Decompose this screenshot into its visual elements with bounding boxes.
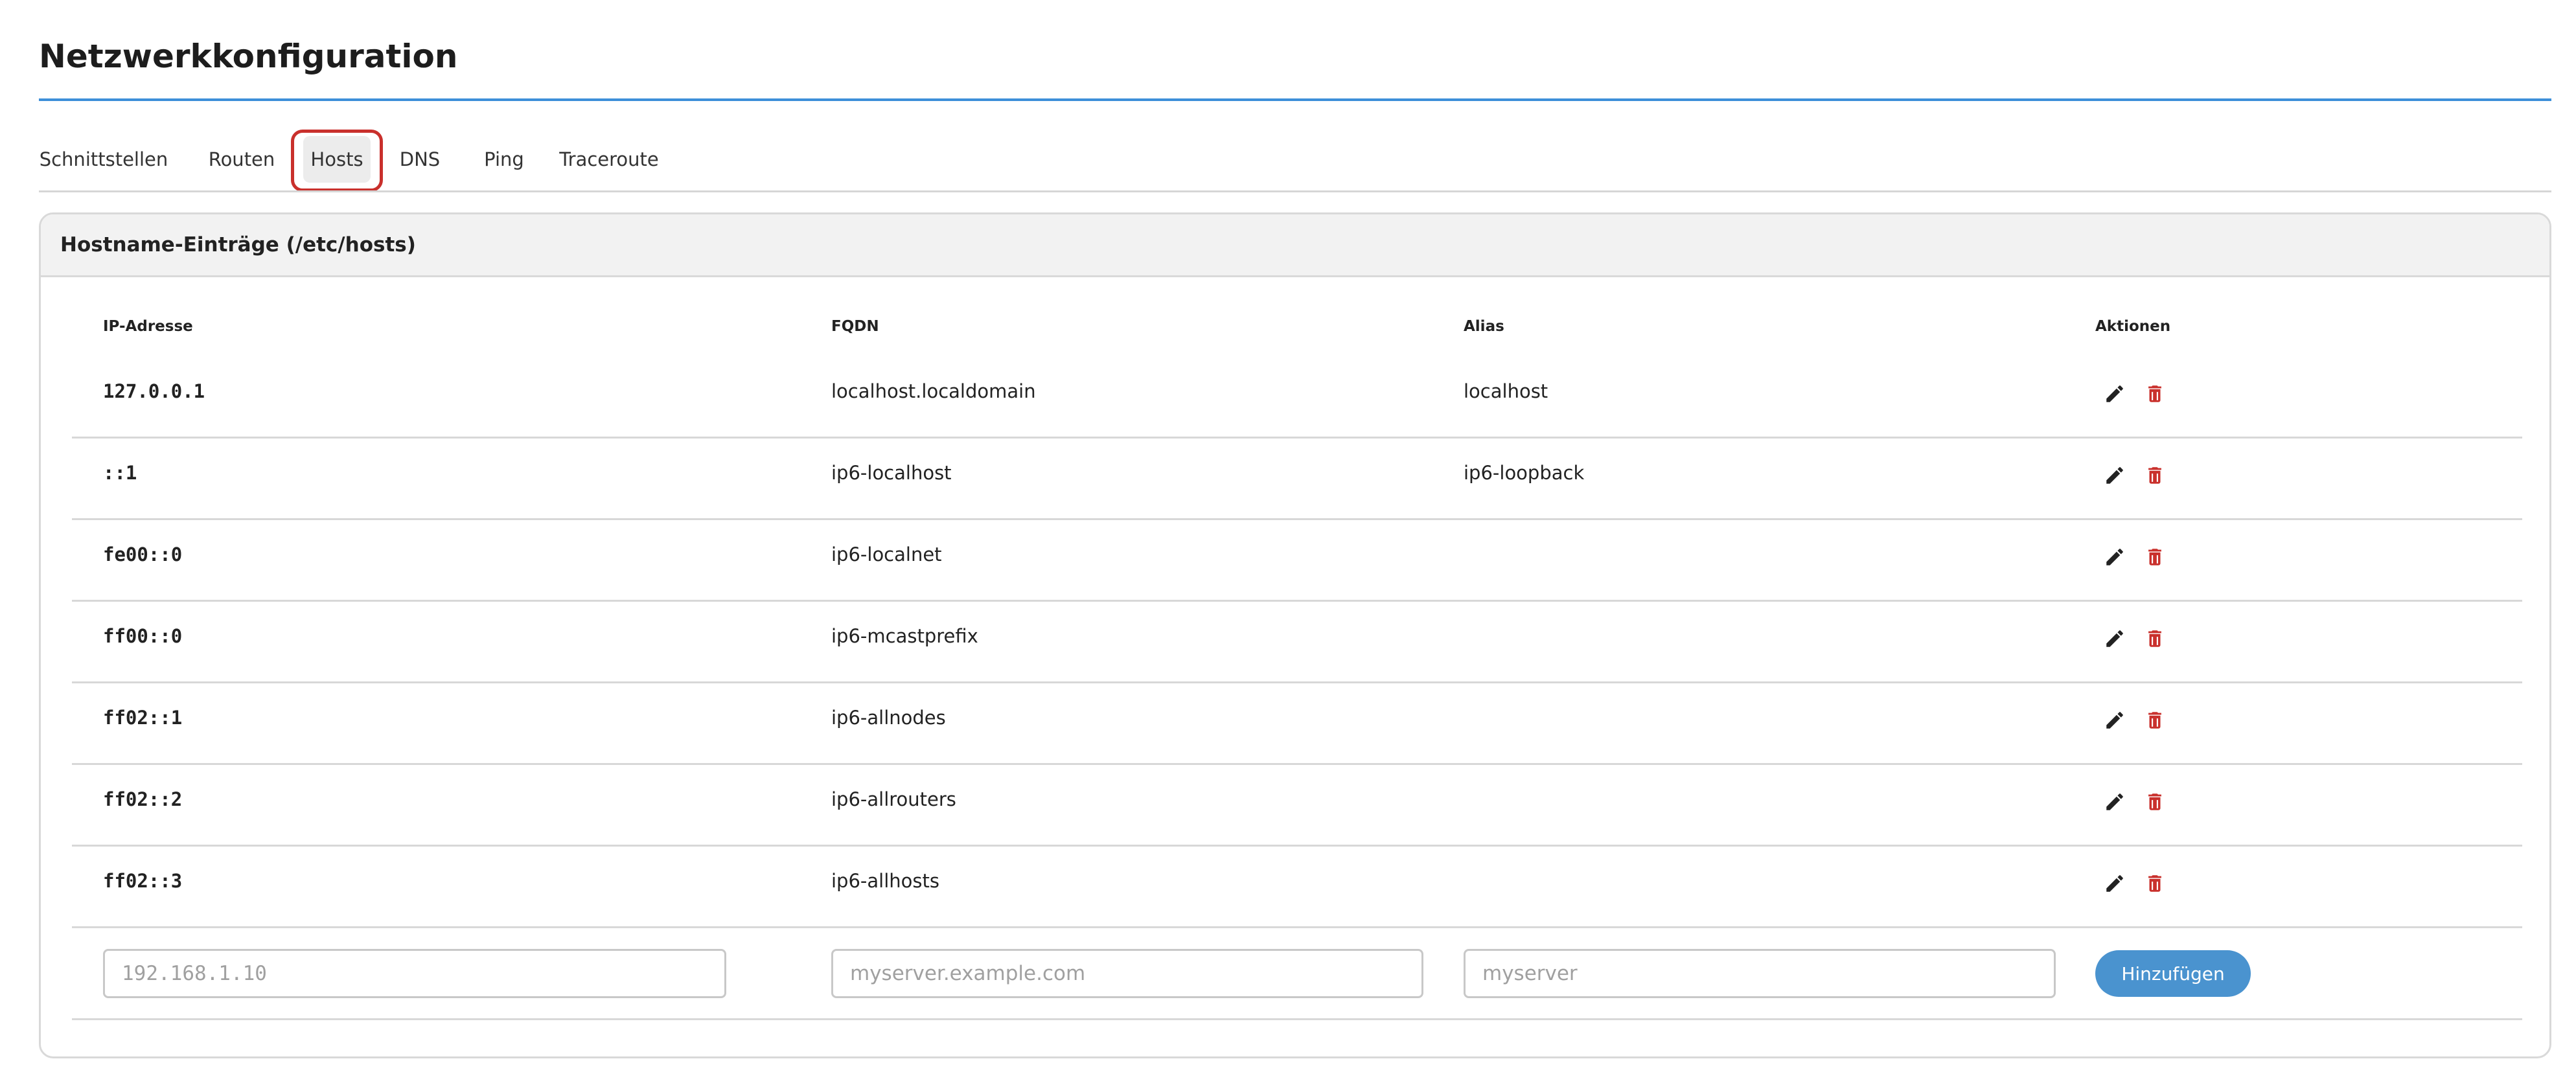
delete-button[interactable] (2144, 464, 2170, 490)
ip-address-input[interactable] (103, 949, 726, 998)
alias-cell: ip6-loopback (1464, 462, 1585, 484)
ip-address-cell: fe00::0 (103, 543, 183, 565)
column-header-alias: Alias (1464, 318, 1504, 335)
table-row: ff02::1 ip6-allnodes (72, 683, 2522, 765)
delete-button[interactable] (2144, 546, 2170, 572)
pencil-icon (2106, 875, 2123, 892)
table-body: 127.0.0.1 localhost.localdomain localhost:… (72, 357, 2522, 928)
pencil-icon (2106, 630, 2123, 647)
fqdn-cell: ip6-localhost (831, 462, 952, 484)
tab-label: Routen (208, 148, 275, 170)
fqdn-input[interactable] (831, 949, 1423, 998)
edit-button[interactable] (2104, 872, 2130, 898)
alias-input[interactable] (1464, 949, 2056, 998)
fqdn-cell: localhost.localdomain (831, 380, 1036, 402)
add-host-row: Hinzufügen (72, 928, 2522, 1020)
fqdn-cell: ip6-allnodes (831, 707, 946, 729)
delete-button[interactable] (2144, 628, 2170, 654)
tab-label: Traceroute (559, 148, 659, 170)
pencil-icon (2106, 385, 2123, 402)
ip-address-cell: 127.0.0.1 (103, 380, 205, 402)
hosts-card: Hostname-Einträge (/etc/hosts) IP-Adress… (39, 212, 2551, 1058)
pencil-icon (2106, 549, 2123, 565)
alias-cell: localhost (1464, 380, 1548, 402)
ip-address-cell: ff00::0 (103, 625, 183, 647)
pencil-icon (2106, 793, 2123, 810)
table-row: 127.0.0.1 localhost.localdomain localhost (72, 357, 2522, 439)
pencil-icon (2106, 712, 2123, 729)
column-header-fqdn: FQDN (831, 318, 879, 335)
tab-label: DNS (399, 148, 441, 170)
tab-bar-divider (39, 190, 2551, 192)
tab-label: Schnittstellen (39, 148, 168, 170)
ip-address-cell: ff02::3 (103, 870, 183, 892)
trash-icon (2148, 712, 2161, 729)
column-header-actions: Aktionen (2095, 318, 2171, 335)
pencil-icon (2106, 467, 2123, 484)
edit-button[interactable] (2104, 709, 2130, 735)
add-button[interactable]: Hinzufügen (2095, 950, 2251, 997)
page: Netzwerkkonfiguration Schnittstellen Rou… (0, 0, 2576, 1083)
ip-address-cell: ff02::2 (103, 788, 183, 810)
trash-icon (2148, 549, 2161, 565)
tab-dns[interactable]: DNS (387, 130, 452, 189)
page-title: Netzwerkkonfiguration (39, 38, 458, 75)
table-row: ff00::0 ip6-mcastprefix (72, 602, 2522, 683)
edit-button[interactable] (2104, 628, 2130, 654)
trash-icon (2148, 793, 2161, 810)
delete-button[interactable] (2144, 709, 2170, 735)
tab-schnittstellen[interactable]: Schnittstellen (39, 130, 168, 189)
fqdn-cell: ip6-allhosts (831, 870, 939, 892)
tab-label: Ping (484, 148, 524, 170)
hosts-table: IP-Adresse FQDN Alias Aktionen 127.0.0.1… (72, 299, 2522, 1020)
edit-button[interactable] (2104, 464, 2130, 490)
ip-address-cell: ff02::1 (103, 707, 183, 729)
fqdn-cell: ip6-mcastprefix (831, 625, 978, 647)
delete-button[interactable] (2144, 872, 2170, 898)
fqdn-cell: ip6-allrouters (831, 788, 956, 810)
edit-button[interactable] (2104, 791, 2130, 817)
table-row: ff02::2 ip6-allrouters (72, 765, 2522, 847)
title-divider (39, 98, 2551, 101)
table-header: IP-Adresse FQDN Alias Aktionen (72, 299, 2522, 357)
trash-icon (2148, 875, 2161, 892)
column-header-ip: IP-Adresse (103, 318, 193, 335)
edit-button[interactable] (2104, 383, 2130, 409)
trash-icon (2148, 385, 2161, 402)
delete-button[interactable] (2144, 383, 2170, 409)
active-tab-highlight (291, 130, 383, 192)
tab-traceroute[interactable]: Traceroute (551, 130, 667, 189)
trash-icon (2148, 467, 2161, 484)
fqdn-cell: ip6-localnet (831, 543, 942, 565)
tab-routen[interactable]: Routen (200, 130, 284, 189)
table-row: ::1 ip6-localhost ip6-loopback (72, 439, 2522, 520)
edit-button[interactable] (2104, 546, 2130, 572)
tab-bar: Schnittstellen Routen Hosts DNS Ping Tra… (39, 130, 2551, 192)
ip-address-cell: ::1 (103, 462, 137, 484)
card-title: Hostname-Einträge (/etc/hosts) (41, 214, 2549, 277)
delete-button[interactable] (2144, 791, 2170, 817)
trash-icon (2148, 630, 2161, 647)
tab-ping[interactable]: Ping (472, 130, 536, 189)
table-row: fe00::0 ip6-localnet (72, 520, 2522, 602)
table-row: ff02::3 ip6-allhosts (72, 847, 2522, 928)
